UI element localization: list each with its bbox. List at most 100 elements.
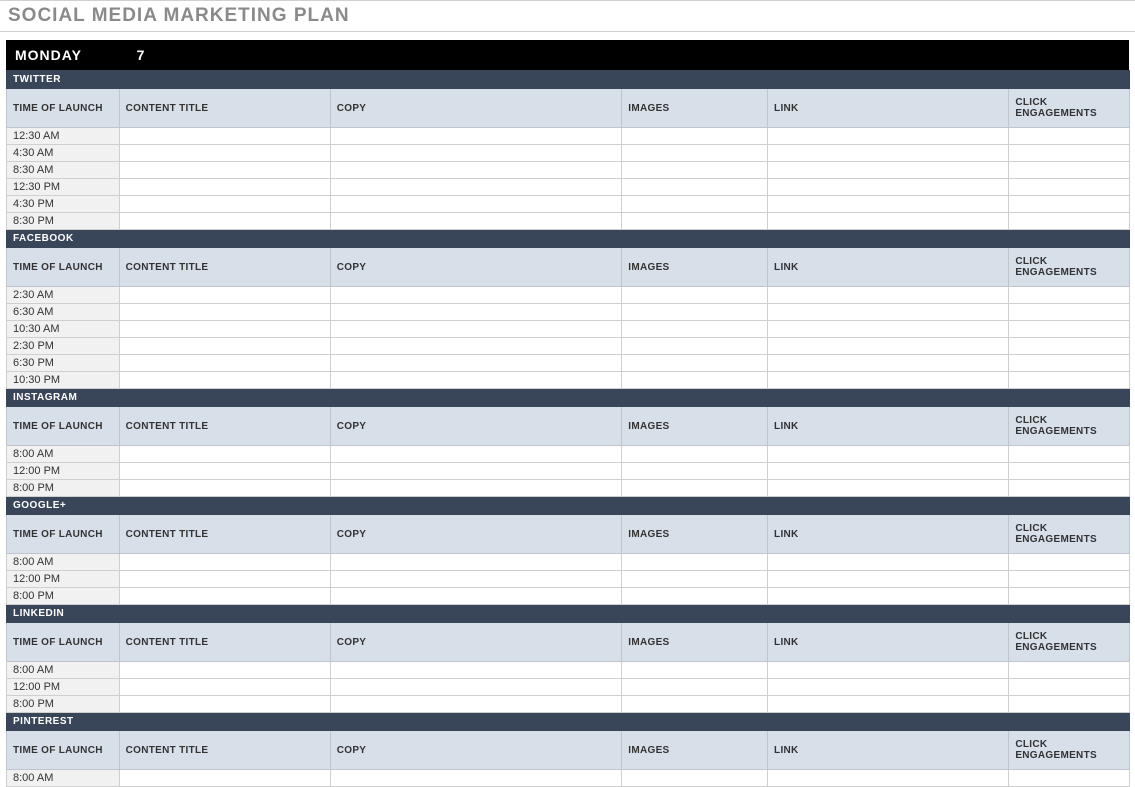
data-cell-click[interactable] [1009,355,1130,372]
data-cell-link[interactable] [768,213,1009,230]
data-cell-images[interactable] [622,463,768,480]
data-cell-content[interactable] [119,179,330,196]
data-cell-link[interactable] [768,321,1009,338]
data-cell-images[interactable] [622,662,768,679]
data-cell-content[interactable] [119,321,330,338]
data-cell-images[interactable] [622,196,768,213]
data-cell-click[interactable] [1009,287,1130,304]
data-cell-content[interactable] [119,554,330,571]
data-cell-copy[interactable] [330,304,622,321]
data-cell-images[interactable] [622,213,768,230]
data-cell-click[interactable] [1009,128,1130,145]
data-cell-images[interactable] [622,304,768,321]
data-cell-content[interactable] [119,287,330,304]
data-cell-link[interactable] [768,696,1009,713]
data-cell-link[interactable] [768,196,1009,213]
data-cell-content[interactable] [119,196,330,213]
data-cell-link[interactable] [768,162,1009,179]
data-cell-link[interactable] [768,128,1009,145]
data-cell-content[interactable] [119,770,330,787]
data-cell-click[interactable] [1009,304,1130,321]
data-cell-click[interactable] [1009,696,1130,713]
data-cell-link[interactable] [768,179,1009,196]
data-cell-copy[interactable] [330,446,622,463]
data-cell-content[interactable] [119,145,330,162]
data-cell-link[interactable] [768,463,1009,480]
data-cell-copy[interactable] [330,554,622,571]
data-cell-copy[interactable] [330,372,622,389]
data-cell-link[interactable] [768,679,1009,696]
data-cell-link[interactable] [768,480,1009,497]
data-cell-content[interactable] [119,338,330,355]
data-cell-copy[interactable] [330,770,622,787]
data-cell-click[interactable] [1009,588,1130,605]
data-cell-copy[interactable] [330,128,622,145]
data-cell-click[interactable] [1009,338,1130,355]
data-cell-content[interactable] [119,446,330,463]
data-cell-images[interactable] [622,770,768,787]
data-cell-copy[interactable] [330,162,622,179]
data-cell-images[interactable] [622,162,768,179]
data-cell-click[interactable] [1009,571,1130,588]
data-cell-click[interactable] [1009,463,1130,480]
data-cell-copy[interactable] [330,355,622,372]
data-cell-copy[interactable] [330,213,622,230]
data-cell-images[interactable] [622,679,768,696]
data-cell-click[interactable] [1009,213,1130,230]
data-cell-content[interactable] [119,304,330,321]
data-cell-content[interactable] [119,679,330,696]
data-cell-content[interactable] [119,372,330,389]
data-cell-images[interactable] [622,338,768,355]
data-cell-copy[interactable] [330,679,622,696]
data-cell-click[interactable] [1009,372,1130,389]
data-cell-link[interactable] [768,662,1009,679]
data-cell-copy[interactable] [330,480,622,497]
data-cell-copy[interactable] [330,463,622,480]
data-cell-images[interactable] [622,179,768,196]
data-cell-copy[interactable] [330,321,622,338]
data-cell-images[interactable] [622,287,768,304]
data-cell-link[interactable] [768,338,1009,355]
data-cell-content[interactable] [119,480,330,497]
data-cell-images[interactable] [622,372,768,389]
data-cell-content[interactable] [119,571,330,588]
data-cell-content[interactable] [119,162,330,179]
data-cell-click[interactable] [1009,162,1130,179]
data-cell-copy[interactable] [330,145,622,162]
data-cell-link[interactable] [768,571,1009,588]
data-cell-link[interactable] [768,304,1009,321]
data-cell-link[interactable] [768,554,1009,571]
data-cell-images[interactable] [622,145,768,162]
data-cell-images[interactable] [622,446,768,463]
data-cell-copy[interactable] [330,196,622,213]
data-cell-link[interactable] [768,446,1009,463]
data-cell-link[interactable] [768,372,1009,389]
data-cell-click[interactable] [1009,679,1130,696]
data-cell-content[interactable] [119,463,330,480]
data-cell-images[interactable] [622,588,768,605]
data-cell-copy[interactable] [330,287,622,304]
data-cell-content[interactable] [119,696,330,713]
data-cell-images[interactable] [622,321,768,338]
data-cell-click[interactable] [1009,145,1130,162]
data-cell-copy[interactable] [330,662,622,679]
data-cell-click[interactable] [1009,662,1130,679]
data-cell-content[interactable] [119,128,330,145]
data-cell-content[interactable] [119,662,330,679]
data-cell-link[interactable] [768,145,1009,162]
data-cell-click[interactable] [1009,321,1130,338]
data-cell-copy[interactable] [330,588,622,605]
data-cell-link[interactable] [768,770,1009,787]
data-cell-images[interactable] [622,355,768,372]
data-cell-copy[interactable] [330,696,622,713]
data-cell-click[interactable] [1009,480,1130,497]
data-cell-click[interactable] [1009,554,1130,571]
data-cell-click[interactable] [1009,179,1130,196]
data-cell-content[interactable] [119,588,330,605]
data-cell-click[interactable] [1009,770,1130,787]
data-cell-click[interactable] [1009,446,1130,463]
data-cell-copy[interactable] [330,338,622,355]
data-cell-content[interactable] [119,355,330,372]
data-cell-images[interactable] [622,480,768,497]
data-cell-link[interactable] [768,287,1009,304]
